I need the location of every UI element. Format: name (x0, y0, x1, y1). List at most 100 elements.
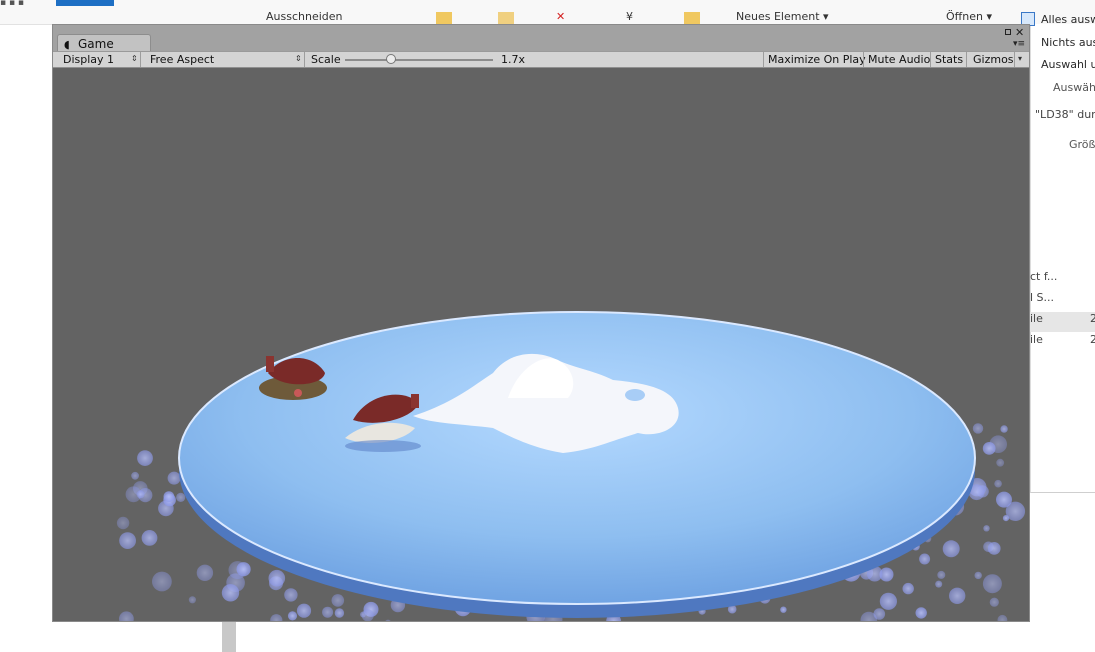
water-particle (987, 542, 1001, 555)
list-item[interactable]: ile 2 (1030, 333, 1095, 353)
game-scene (116, 311, 1026, 621)
list-item[interactable]: l S... (1030, 291, 1095, 311)
delete-icon[interactable]: ✕ (556, 10, 565, 23)
explorer-active-tab[interactable] (56, 0, 114, 6)
search-box-text[interactable]: "LD38" durc (1035, 108, 1095, 121)
water-particle (780, 606, 787, 613)
water-particle (982, 574, 1002, 594)
water-particle (188, 596, 196, 604)
display-dropdown[interactable]: Display 1 ⇕ (57, 52, 141, 67)
water-particle (136, 490, 145, 499)
ribbon-new-item-button[interactable]: Neues Element ▾ (736, 10, 829, 23)
aspect-dropdown[interactable]: Free Aspect ⇕ (145, 52, 305, 67)
water-particle (873, 608, 886, 620)
gizmos-button[interactable]: Gizmos (966, 52, 1014, 67)
water-particle (994, 479, 1002, 488)
select-all-button[interactable]: Alles ausw (1041, 13, 1095, 26)
copy-icon (498, 12, 514, 24)
water-particle (116, 516, 130, 530)
select-none-button[interactable]: Nichts ausw (1041, 36, 1095, 49)
scale-value: 1.7x (501, 53, 526, 66)
water-particle (236, 562, 251, 577)
water-particle (879, 592, 898, 610)
close-icon[interactable]: ✕ (1015, 26, 1024, 39)
dropdown-arrow-icon: ⇕ (295, 54, 302, 63)
scale-slider-track[interactable] (345, 59, 493, 61)
list-item-value: 2 (1090, 312, 1095, 325)
select-group-label: Auswähl (1053, 81, 1095, 94)
maximize-on-play-button[interactable]: Maximize On Play (763, 52, 866, 67)
folder-icon (436, 12, 452, 24)
stats-label: Stats (935, 53, 964, 66)
water-particle (902, 582, 914, 595)
explorer-scroll-stub (222, 622, 236, 652)
water-particle (915, 607, 927, 619)
stats-button[interactable]: Stats (930, 52, 966, 67)
game-window: ◖ Game ✕ ▾≡ Display 1 ⇕ Free Aspect ⇕ Sc… (52, 24, 1030, 622)
water-particle (163, 491, 175, 502)
list-item-name: l S... (1030, 291, 1055, 304)
aspect-dropdown-label: Free Aspect (150, 53, 215, 66)
mute-audio-label: Mute Audio (868, 53, 931, 66)
scale-slider-thumb[interactable] (385, 54, 396, 64)
water-particle (983, 525, 990, 532)
gizmos-label: Gizmos (973, 53, 1014, 66)
ribbon-cut-button[interactable]: Ausschneiden (266, 10, 343, 23)
water-particle (919, 553, 931, 565)
water-particle (937, 570, 946, 579)
water-particle (996, 458, 1005, 467)
tab-game-label: Game (78, 37, 114, 51)
water-particle (322, 606, 334, 618)
snow-hole (625, 389, 645, 401)
size-column-header[interactable]: Größ (1069, 138, 1095, 151)
water-particle (972, 423, 984, 434)
water-particle (361, 609, 374, 621)
maximize-on-play-label: Maximize On Play (768, 53, 866, 66)
maximize-icon[interactable] (1005, 29, 1011, 35)
game-title-strip: ◖ Game ✕ ▾≡ (53, 25, 1029, 52)
list-item-name: ile (1030, 312, 1043, 325)
water-particle (152, 571, 172, 592)
water-particle (385, 619, 391, 621)
invert-selection-button[interactable]: Auswahl u (1041, 58, 1095, 71)
window-menu-icon[interactable]: ▾≡ (1013, 39, 1025, 49)
tab-game[interactable]: ◖ Game (57, 34, 151, 52)
water-particle (270, 614, 283, 621)
water-particle (331, 594, 345, 607)
new-folder-icon (684, 12, 700, 24)
water-particle (287, 611, 298, 621)
mute-audio-button[interactable]: Mute Audio (863, 52, 930, 67)
list-item-name: ct f... (1030, 270, 1058, 283)
water-particle (1002, 515, 1010, 522)
water-particle (1000, 425, 1008, 433)
scale-label: Scale (311, 53, 341, 66)
water-particle (989, 597, 999, 607)
display-dropdown-label: Display 1 (63, 53, 115, 66)
pacman-icon: ◖ (64, 38, 70, 51)
water-particle (982, 442, 996, 455)
water-particle (942, 540, 960, 558)
list-item-name: ile (1030, 333, 1043, 346)
explorer-right-panel: Alles ausw Nichts ausw Auswahl u Auswähl… (1021, 12, 1095, 493)
gizmos-dropdown[interactable]: ▾ (1014, 52, 1028, 67)
water-particle (935, 580, 943, 588)
list-item[interactable]: ile 2 (1030, 312, 1095, 332)
water-particle (196, 564, 214, 581)
water-particle (284, 588, 298, 602)
water-particle (119, 611, 134, 621)
water-particle (949, 587, 966, 604)
rename-icon[interactable]: ¥ (626, 10, 633, 23)
water-particle (137, 450, 153, 466)
list-item[interactable]: ct f... (1030, 270, 1095, 290)
water-particle (296, 603, 312, 618)
water-particle (176, 492, 186, 502)
water-particle (141, 530, 158, 546)
dropdown-arrow-icon: ⇕ (131, 54, 138, 63)
water-particle (119, 532, 136, 549)
water-particle (974, 571, 982, 580)
water-particle (131, 471, 139, 480)
ribbon-open-button[interactable]: Öffnen ▾ (946, 10, 992, 23)
list-item-value: 2 (1090, 333, 1095, 346)
water-particle (997, 614, 1008, 621)
game-viewport[interactable] (53, 68, 1029, 621)
